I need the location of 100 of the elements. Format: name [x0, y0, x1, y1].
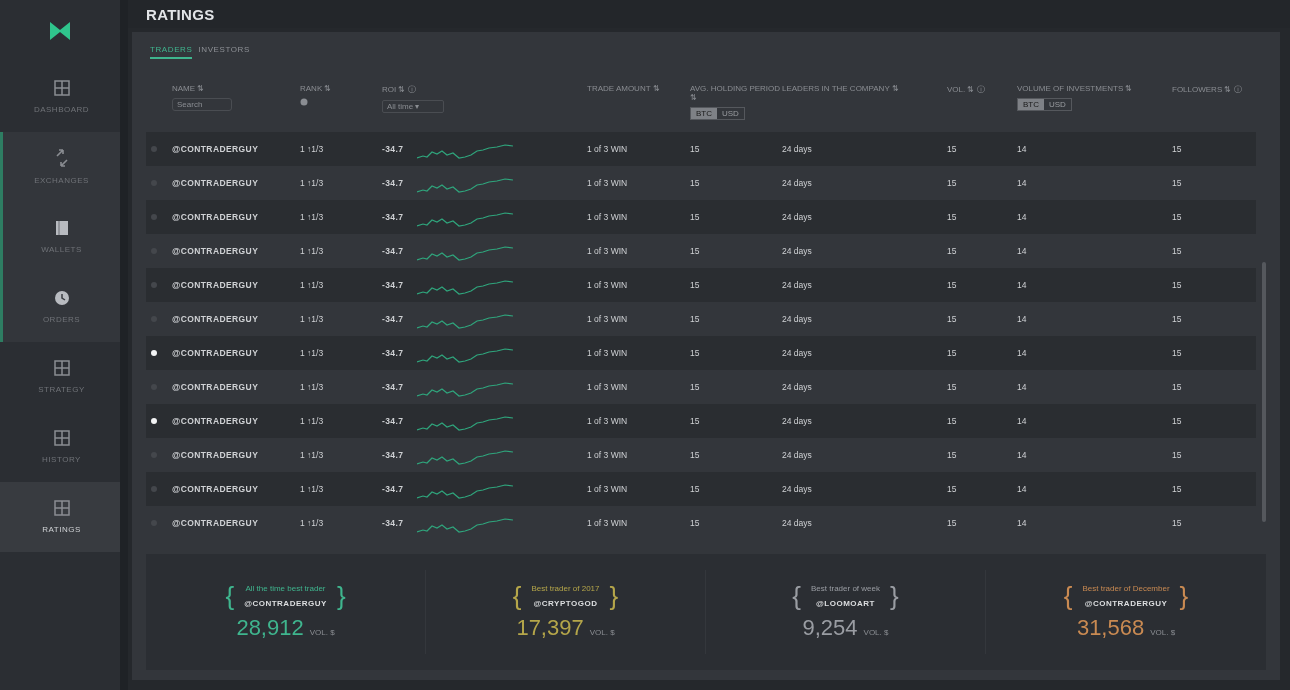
- column-header[interactable]: RANK ⇅: [300, 84, 382, 93]
- table-cell-text: @CONTRADERGUY: [172, 178, 260, 188]
- table-cell-text: 15: [947, 382, 958, 392]
- table-cell: -34.7: [382, 450, 404, 460]
- table-cell-text: 14: [1017, 212, 1028, 222]
- table-cell-text: 1 ↑1/3: [300, 178, 325, 188]
- table-cell-text: 15: [1172, 450, 1183, 460]
- table-cell-text: 1 ↑1/3: [300, 382, 325, 392]
- search-field[interactable]: Search: [172, 98, 232, 111]
- period-dropdown[interactable]: All time ▾: [382, 100, 444, 113]
- table-cell-text: 1 ↑1/3: [300, 246, 325, 256]
- tab[interactable]: INVESTORS: [198, 42, 250, 59]
- tab[interactable]: TRADERS: [150, 42, 193, 59]
- table-cell-text: 1 ↑1/3: [300, 314, 325, 324]
- table-cell-text: 15: [690, 144, 701, 154]
- volume-value: 17,397: [516, 615, 584, 641]
- filter-icon[interactable]: [300, 98, 308, 106]
- table-cell-text: 15: [690, 484, 701, 494]
- table-cell-text: 15: [690, 178, 701, 188]
- volume-value: 28,912: [236, 615, 304, 641]
- table-cell: -34.7: [382, 484, 404, 494]
- table-cell-text: 14: [1017, 246, 1028, 256]
- table-cell-text: 15: [1172, 416, 1183, 426]
- column-header[interactable]: VOL. ⇅ ⓘ: [947, 84, 1017, 95]
- column-header[interactable]: FOLLOWERS ⇅ ⓘ: [1172, 84, 1266, 95]
- table-cell-text: 1 of 3 WIN: [587, 178, 629, 188]
- table-cell-text: 1 of 3 WIN: [587, 280, 629, 290]
- table-cell-text: 15: [690, 382, 701, 392]
- table-cell-text: 1 of 3 WIN: [587, 144, 629, 154]
- table-cell-text: 1 ↑1/3: [300, 450, 325, 460]
- brace-mark: }: [336, 583, 346, 609]
- table-cell: -34.7: [382, 416, 404, 426]
- table-cell-text: 1 of 3 WIN: [587, 416, 629, 426]
- table-cell-text: 14: [1017, 348, 1028, 358]
- table-cell: -34.7: [382, 178, 404, 188]
- sidebar-item[interactable]: STRATEGY: [0, 342, 120, 412]
- page-title: RATINGS: [146, 5, 215, 23]
- table-cell-text: 1 of 3 WIN: [587, 212, 629, 222]
- toggle-option[interactable]: USD: [717, 108, 744, 119]
- toggle-option[interactable]: BTC: [691, 108, 717, 119]
- table-cell-text: @CONTRADERGUY: [172, 382, 260, 392]
- toggle-option[interactable]: BTC: [1018, 99, 1044, 110]
- toggle-option[interactable]: USD: [1044, 99, 1071, 110]
- column-header[interactable]: LEADERS IN THE COMPANY ⇅: [782, 84, 932, 93]
- volume-unit: VOL. $: [309, 628, 335, 637]
- table-cell-text: 24 days: [782, 144, 813, 154]
- volume-value: 9,254: [802, 615, 858, 641]
- table-cell-text: 15: [947, 450, 958, 460]
- table-cell-text: @CONTRADERGUY: [172, 450, 260, 460]
- table-cell-text: 24 days: [782, 484, 813, 494]
- table-cell-text: 14: [1017, 144, 1028, 154]
- table-cell-text: 15: [947, 416, 958, 426]
- table-cell-text: @CONTRADERGUY: [172, 280, 260, 290]
- card-caption: Best trader of week: [811, 584, 880, 593]
- sidebar-item[interactable]: DASHBOARD: [0, 62, 120, 132]
- column-header[interactable]: ROI ⇅ ⓘ: [382, 84, 532, 95]
- table-cell-text: 1 of 3 WIN: [587, 348, 629, 358]
- table-cell-text: 15: [947, 246, 958, 256]
- sidebar-item[interactable]: HISTORY: [0, 412, 120, 482]
- table-cell-text: 24 days: [782, 450, 813, 460]
- grid-icon: [53, 360, 70, 376]
- table-cell: -34.7: [382, 144, 404, 154]
- table-cell-text: 14: [1017, 518, 1028, 528]
- table-cell-text: 15: [690, 348, 701, 358]
- scrollbar[interactable]: [1262, 262, 1266, 522]
- table-cell-text: 24 days: [782, 518, 813, 528]
- trader-name: @CRYPTOGOD: [533, 599, 598, 608]
- table-cell: -34.7: [382, 518, 404, 528]
- volume-unit: VOL. $: [863, 628, 889, 637]
- table-cell-text: 15: [947, 314, 958, 324]
- sidebar-item[interactable]: RATINGS: [0, 482, 120, 552]
- table-cell: -34.7: [382, 314, 404, 324]
- column-header[interactable]: AVG. HOLDING PERIOD ⇅: [690, 84, 782, 102]
- row-selector[interactable]: [151, 350, 157, 356]
- table-cell-text: 24 days: [782, 178, 813, 188]
- brace-mark: {: [792, 583, 802, 609]
- brace-mark: {: [512, 583, 522, 609]
- table-cell-text: 15: [690, 212, 701, 222]
- table-cell-text: 15: [690, 518, 701, 528]
- table-cell-text: 1 ↑1/3: [300, 212, 325, 222]
- sidebar-item[interactable]: EXCHANGES: [0, 132, 120, 202]
- table-cell: -34.7: [382, 348, 404, 358]
- trader-name: @CONTRADERGUY: [1084, 599, 1168, 608]
- column-header[interactable]: NAME ⇅: [172, 84, 300, 93]
- table-cell-text: 15: [947, 280, 958, 290]
- book-icon: [54, 220, 69, 236]
- table-cell-text: 15: [1172, 178, 1183, 188]
- column-header[interactable]: TRADE AMOUNT ⇅: [587, 84, 690, 93]
- volume-unit: VOL. $: [1150, 628, 1176, 637]
- table-cell-text: 1 of 3 WIN: [587, 246, 629, 256]
- logo-icon: [49, 21, 71, 41]
- table-cell-text: @CONTRADERGUY: [172, 518, 260, 528]
- table-cell-text: 14: [1017, 178, 1028, 188]
- row-selector[interactable]: [151, 418, 157, 424]
- table-cell-text: 15: [1172, 212, 1183, 222]
- table-cell-text: @CONTRADERGUY: [172, 484, 260, 494]
- column-header[interactable]: VOLUME OF INVESTMENTS ⇅: [1017, 84, 1167, 93]
- table-cell-text: 14: [1017, 484, 1028, 494]
- table-cell: -34.7: [382, 280, 404, 290]
- table-cell-text: 24 days: [782, 416, 813, 426]
